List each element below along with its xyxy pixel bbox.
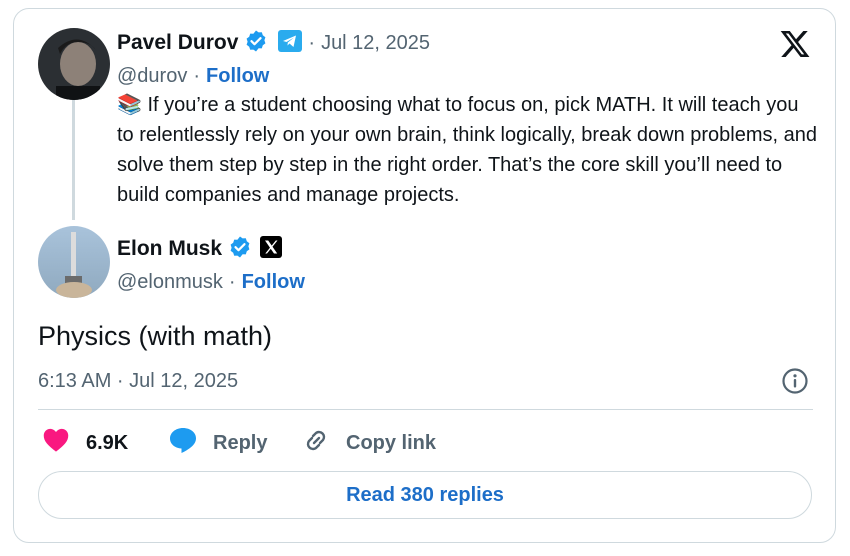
quoted-header: Pavel Durov · Jul 12, 2025 — [117, 29, 430, 58]
quoted-handle[interactable]: @durov — [117, 65, 187, 88]
copy-link-label: Copy link — [346, 431, 437, 454]
separator-dot: · — [228, 270, 236, 293]
author-name[interactable]: Elon Musk — [117, 237, 222, 261]
avatar-elon-musk[interactable] — [38, 226, 110, 298]
tweet-timestamp[interactable]: 6:13 AM · Jul 12, 2025 — [38, 370, 238, 393]
copy-link-button[interactable]: Copy link — [301, 429, 436, 457]
tweet-text: Physics (with math) — [38, 321, 273, 351]
like-button[interactable]: 6.9K — [42, 427, 129, 459]
author-handle-row: @elonmusk · Follow — [117, 269, 305, 295]
separator-dot: · — [308, 31, 316, 54]
avatar-pavel-durov[interactable] — [38, 28, 110, 100]
reply-label: Reply — [213, 431, 268, 454]
x-logo-icon[interactable] — [778, 28, 812, 65]
quoted-handle-row: @durov · Follow — [117, 63, 269, 89]
author-header: Elon Musk — [117, 235, 283, 264]
verified-badge-icon — [228, 235, 252, 264]
divider — [38, 409, 813, 410]
quoted-date[interactable]: Jul 12, 2025 — [321, 32, 430, 55]
follow-elonmusk-button[interactable]: Follow — [242, 271, 305, 294]
telegram-icon — [278, 29, 303, 57]
read-replies-label: Read 380 replies — [346, 483, 504, 506]
quoted-tweet-text: 📚 If you’re a student choosing what to f… — [117, 90, 817, 210]
info-icon[interactable] — [781, 367, 809, 400]
reply-button[interactable]: Reply — [168, 426, 268, 460]
heart-icon — [42, 427, 70, 459]
books-emoji-icon: 📚 — [117, 94, 142, 116]
link-icon — [301, 426, 331, 460]
follow-durov-button[interactable]: Follow — [206, 65, 269, 88]
author-handle[interactable]: @elonmusk — [117, 271, 223, 294]
read-replies-button[interactable]: Read 380 replies — [38, 471, 812, 519]
separator-dot: · — [193, 64, 201, 87]
like-count: 6.9K — [86, 431, 129, 454]
quoted-author-name[interactable]: Pavel Durov — [117, 31, 238, 55]
reply-bubble-icon — [168, 426, 198, 460]
x-affiliate-badge-icon — [260, 235, 283, 263]
quoted-body: If you’re a student choosing what to foc… — [117, 94, 817, 206]
verified-badge-icon — [244, 29, 268, 58]
thread-connector-line — [72, 100, 75, 220]
